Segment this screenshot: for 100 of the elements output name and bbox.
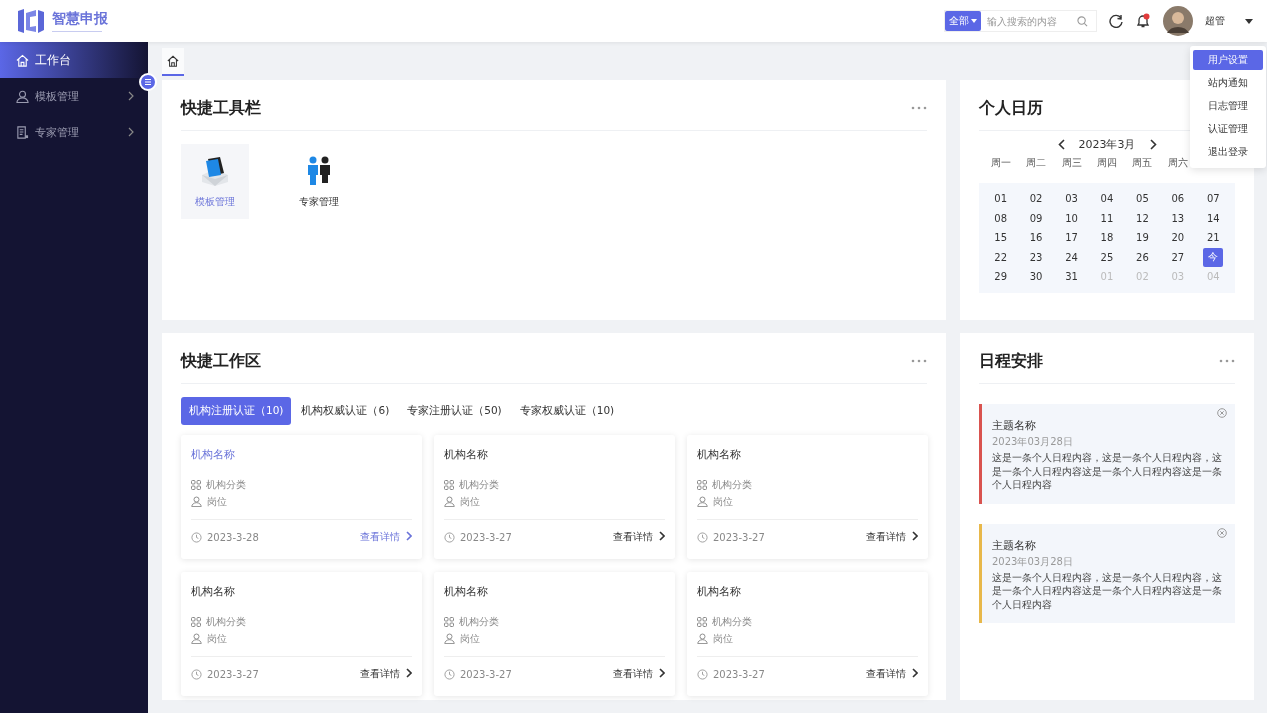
position-text: 岗位 — [713, 631, 733, 646]
calendar-day[interactable]: 20 — [1167, 228, 1188, 248]
shortcut-item[interactable]: 专家管理 — [285, 144, 353, 219]
view-details-link[interactable]: 查看详情 — [612, 530, 665, 544]
calendar-day[interactable]: 05 — [1132, 189, 1153, 209]
card-title: 机构名称 — [191, 447, 236, 462]
calendar-day[interactable]: 08 — [990, 208, 1011, 228]
menu-item[interactable]: 日志管理 — [1193, 96, 1263, 116]
tab[interactable]: 专家权威认证（10) — [511, 397, 623, 425]
grid-icon — [697, 479, 707, 490]
calendar-day[interactable]: 30 — [1026, 267, 1047, 287]
user-icon — [444, 633, 455, 644]
date-text: 2023-3-27 — [460, 668, 512, 680]
organization-card[interactable]: 机构名称 机构分类 岗位 2023-3-28 查看详情 — [181, 435, 422, 559]
menu-item[interactable]: 退出登录 — [1193, 142, 1263, 162]
tab[interactable]: 机构注册认证（10) — [181, 397, 292, 425]
calendar-day[interactable]: 07 — [1203, 189, 1224, 209]
menu-item[interactable]: 认证管理 — [1193, 119, 1263, 139]
next-month-button[interactable] — [1149, 138, 1157, 150]
sidebar-item[interactable]: 专家管理 — [0, 114, 148, 150]
calendar-day[interactable]: 02 — [1026, 189, 1047, 209]
schedule-title: 主题名称 — [992, 537, 1037, 553]
calendar-day[interactable]: 13 — [1167, 208, 1188, 228]
view-details-link[interactable]: 查看详情 — [359, 667, 412, 681]
sidebar-item[interactable]: 工作台 — [0, 42, 148, 78]
category-text: 机构分类 — [459, 477, 499, 492]
user-icon — [697, 633, 708, 644]
tab[interactable]: 专家注册认证（50) — [399, 397, 510, 425]
calendar-day[interactable]: 16 — [1026, 228, 1047, 248]
calendar-day[interactable]: 04 — [1097, 189, 1117, 209]
collapse-button[interactable] — [139, 73, 157, 91]
logo-icon — [16, 7, 46, 35]
view-details-link[interactable]: 查看详情 — [612, 667, 665, 681]
chevron-icon — [912, 668, 918, 678]
calendar-day[interactable]: 18 — [1097, 228, 1117, 248]
chevron-icon — [659, 531, 665, 541]
organization-card[interactable]: 机构名称 机构分类 岗位 2023-3-27 查看详情 — [687, 435, 928, 559]
more-icon[interactable] — [911, 359, 927, 363]
calendar-day[interactable]: 26 — [1132, 247, 1153, 267]
refresh-icon[interactable] — [1109, 14, 1123, 28]
position-text: 岗位 — [460, 631, 480, 646]
calendar-day[interactable]: 15 — [990, 228, 1011, 248]
grid-icon — [697, 616, 707, 627]
calendar-day[interactable]: 12 — [1132, 208, 1153, 228]
avatar-icon[interactable] — [1163, 6, 1193, 36]
weekday-label: 周五 — [1131, 156, 1154, 170]
card-title: 机构名称 — [697, 584, 742, 599]
bell-icon[interactable] — [1135, 13, 1151, 29]
shortcut-item[interactable]: 模板管理 — [181, 144, 249, 219]
calendar-day[interactable]: 03 — [1061, 189, 1082, 209]
calendar-day[interactable]: 14 — [1203, 208, 1224, 228]
view-details-link[interactable]: 查看详情 — [359, 530, 412, 544]
close-icon[interactable] — [1217, 408, 1227, 418]
calendar-day[interactable]: 22 — [990, 247, 1011, 267]
menu-item[interactable]: 用户设置 — [1193, 50, 1263, 70]
calendar-day[interactable]: 25 — [1097, 247, 1117, 267]
schedule-date: 2023年03月28日 — [992, 554, 1074, 569]
calendar-day[interactable]: 31 — [1061, 267, 1082, 287]
caret-icon[interactable] — [1245, 18, 1253, 24]
scope-dropdown[interactable]: 全部 — [945, 11, 981, 31]
calendar-day[interactable]: 24 — [1061, 247, 1082, 267]
weekday-label: 周二 — [1025, 156, 1048, 170]
organization-card[interactable]: 机构名称 机构分类 岗位 2023-3-27 查看详情 — [434, 435, 675, 559]
calendar-day[interactable]: 01 — [990, 189, 1011, 209]
calendar-day[interactable]: 06 — [1167, 189, 1188, 209]
search-field[interactable]: 全部 输入搜索的内容 — [944, 10, 1097, 32]
view-details-link[interactable]: 查看详情 — [865, 530, 918, 544]
clock-icon — [444, 531, 455, 543]
home-icon — [16, 53, 29, 67]
chevron-icon — [406, 531, 412, 541]
organization-card[interactable]: 机构名称 机构分类 岗位 2023-3-27 查看详情 — [434, 572, 675, 696]
home-tab[interactable] — [162, 48, 184, 76]
more-icon[interactable] — [1219, 359, 1235, 363]
calendar-day[interactable]: 09 — [1026, 208, 1047, 228]
calendar-day[interactable]: 11 — [1097, 208, 1117, 228]
organization-card[interactable]: 机构名称 机构分类 岗位 2023-3-27 查看详情 — [687, 572, 928, 696]
calendar-day[interactable]: 21 — [1203, 228, 1224, 248]
calendar-day[interactable]: 10 — [1061, 208, 1082, 228]
weekday-label: 周六 — [1166, 156, 1189, 170]
organization-card[interactable]: 机构名称 机构分类 岗位 2023-3-27 查看详情 — [181, 572, 422, 696]
calendar-day[interactable]: 27 — [1167, 247, 1188, 267]
user-name[interactable]: 超管 — [1205, 14, 1225, 28]
more-icon[interactable] — [911, 106, 927, 110]
user-icon — [16, 89, 29, 103]
category-text: 机构分类 — [206, 614, 246, 629]
calendar-day[interactable]: 17 — [1061, 228, 1082, 248]
user-icon — [191, 496, 202, 507]
search-icon[interactable] — [1077, 15, 1088, 27]
calendar-day[interactable]: 今 — [1203, 247, 1224, 267]
sidebar-item[interactable]: 模板管理 — [0, 78, 148, 114]
close-icon[interactable] — [1217, 527, 1227, 538]
menu-item[interactable]: 站内通知 — [1193, 73, 1263, 93]
chevron-icon — [912, 531, 918, 541]
tab[interactable]: 机构权威认证（6) — [293, 397, 398, 425]
previous-month-button[interactable] — [1057, 138, 1065, 150]
view-details-link[interactable]: 查看详情 — [865, 667, 918, 681]
position-text: 岗位 — [207, 494, 227, 509]
calendar-day[interactable]: 19 — [1132, 228, 1153, 248]
calendar-day[interactable]: 29 — [990, 267, 1011, 287]
calendar-day[interactable]: 23 — [1026, 247, 1047, 267]
